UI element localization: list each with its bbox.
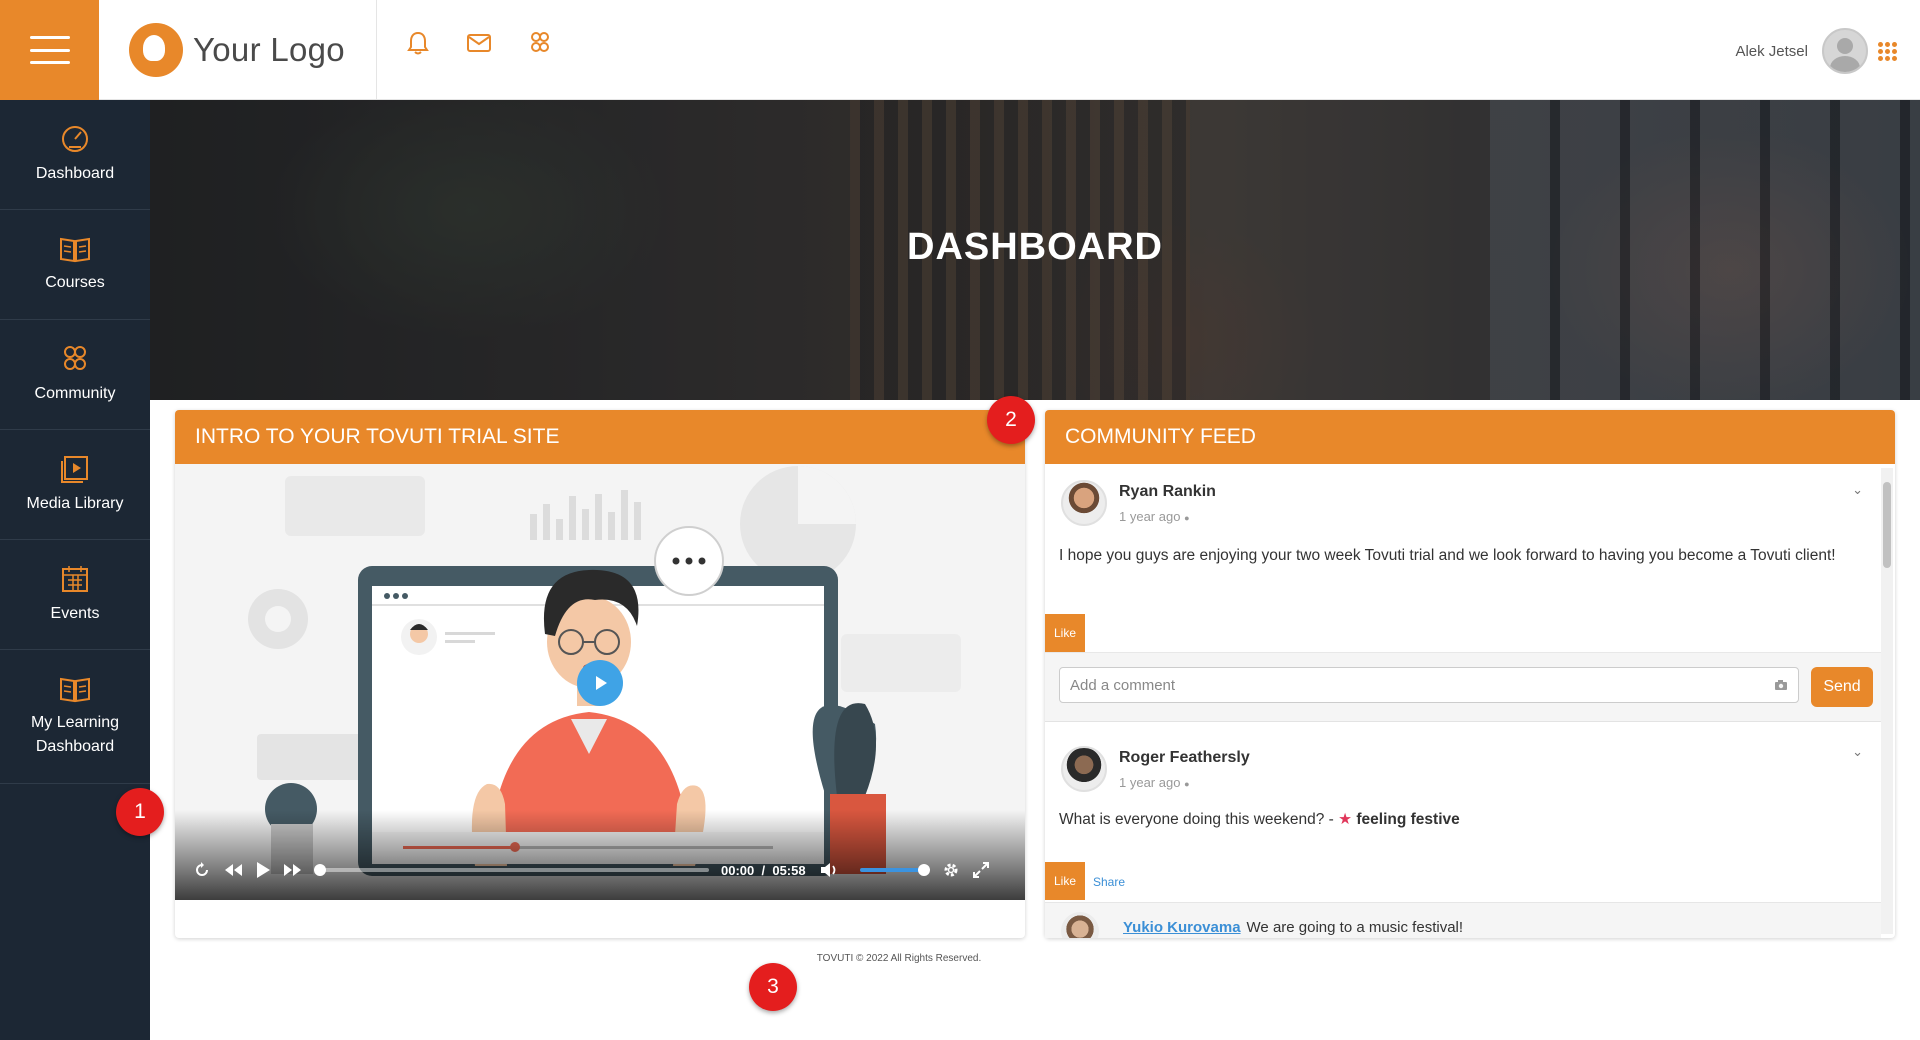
comment-box: Add a comment Send [1045,652,1881,722]
page-title: DASHBOARD [907,226,1163,268]
footer-text: TOVUTI © 2022 All Rights Reserved. [816,953,982,964]
feed-post: Ryan Rankin 1 year ago ● ⌄ I hope you gu… [1045,464,1881,726]
mail-icon[interactable] [466,30,492,56]
play-overlay-button[interactable] [577,660,623,706]
media-icon [61,455,88,483]
volume-handle[interactable] [917,864,930,876]
progress-handle[interactable] [314,864,326,876]
globe-icon: ● [1184,778,1190,789]
annotation-badge: 3 [749,963,797,1011]
sidebar-item-courses[interactable]: Courses [0,210,150,320]
top-bar: Your Logo Alek Jetsel [0,0,1920,100]
feed-post: Roger Feathersly 1 year ago ● ⌄ What is … [1045,726,1881,938]
play-icon[interactable] [255,861,271,879]
post-body: I hope you guys are enjoying your two we… [1059,547,1836,564]
feed-scrollbar[interactable] [1881,468,1893,934]
intro-panel-title: INTRO TO YOUR TOVUTI TRIAL SITE [175,410,1025,464]
calendar-icon [62,565,88,592]
sidebar-item-events[interactable]: Events [0,540,150,650]
fast-forward-icon[interactable] [283,862,303,878]
header-icon-group [405,30,553,56]
volume-icon[interactable] [820,862,840,878]
sidebar-item-my-learning-dashboard[interactable]: My Learning Dashboard [0,650,150,784]
post-author[interactable]: Roger Feathersly [1119,749,1250,767]
volume-slider[interactable] [859,864,930,876]
footer: TOVUTI © 2022 All Rights Reserved. [150,953,1920,964]
community-feed-title: COMMUNITY FEED [1045,410,1895,464]
settings-gear-icon[interactable] [942,861,960,879]
chevron-down-icon[interactable]: ⌄ [1852,744,1863,760]
book-icon [60,237,90,262]
video-time: 00:00 / 05:58 [721,862,806,878]
sidebar-item-dashboard[interactable]: Dashboard [0,100,150,210]
sidebar-item-label: Media Library [26,494,124,512]
sidebar-item-label: Courses [45,273,105,291]
hero-banner: DASHBOARD [150,100,1920,400]
avatar[interactable] [1061,480,1107,526]
camera-icon[interactable] [1774,679,1788,691]
comment-input[interactable]: Add a comment [1059,667,1799,703]
sidebar-item-community[interactable]: Community [0,320,150,430]
logo-text: Your Logo [193,31,345,68]
rewind-icon[interactable] [223,862,243,878]
intro-panel: INTRO TO YOUR TOVUTI TRIAL SITE 00:00 / … [175,410,1025,938]
sidebar-item-label: Dashboard [35,164,115,182]
logo[interactable]: Your Logo [99,0,377,100]
community-icon[interactable] [527,30,553,56]
menu-toggle-button[interactable] [0,0,99,100]
post-author[interactable]: Ryan Rankin [1119,483,1216,501]
video-player[interactable]: 00:00 / 05:58 [175,464,1025,900]
avatar[interactable] [1061,746,1107,792]
app-root: Your Logo Alek Jetsel Dashboard Courses … [0,0,1920,1040]
annotation-badge: 2 [987,396,1035,444]
feeling-label: feeling festive [1356,811,1460,828]
user-name: Alek Jetsel [1735,42,1808,60]
sidebar-item-label: Community [34,384,116,402]
share-link[interactable]: Share [1093,875,1125,889]
annotation-badge: 1 [116,788,164,836]
user-avatar[interactable] [1822,28,1868,74]
bell-icon[interactable] [405,30,431,56]
like-button[interactable]: Like [1045,614,1085,652]
party-popper-icon: ★ [1338,811,1353,828]
sidebar: Dashboard Courses Community Media Librar… [0,100,150,1040]
video-progress-bar[interactable] [314,864,709,876]
comment-placeholder: Add a comment [1070,676,1176,694]
book-icon [60,677,90,702]
sidebar-item-media-library[interactable]: Media Library [0,430,150,540]
scrollbar-thumb[interactable] [1883,482,1891,568]
reply-text: We are going to a music festival! [1246,919,1464,936]
fullscreen-icon[interactable] [972,861,990,879]
logo-icon [129,23,183,77]
avatar[interactable] [1061,911,1099,938]
post-timestamp: 1 year ago ● [1119,774,1190,790]
video-controls: 00:00 / 05:58 [175,840,1025,900]
reply-author[interactable]: Yukio Kurovama [1123,919,1241,936]
user-menu[interactable]: Alek Jetsel [1735,28,1898,74]
play-icon [596,676,607,690]
post-body: What is everyone doing this weekend? - ★… [1059,811,1460,828]
privacy-icon: ● [1184,512,1190,523]
like-button[interactable]: Like [1045,862,1085,900]
post-timestamp: 1 year ago ● [1119,508,1190,524]
community-feed-panel: COMMUNITY FEED Ryan Rankin 1 year ago ● … [1045,410,1895,938]
sidebar-item-label: My Learning Dashboard [30,713,120,755]
dashboard-icon [62,125,88,152]
reply-item: Yukio Kurovama We are going to a music f… [1045,902,1881,938]
sidebar-item-label: Events [50,604,100,622]
apps-grid-icon[interactable] [1878,38,1898,64]
feed-list: Ryan Rankin 1 year ago ● ⌄ I hope you gu… [1045,464,1895,938]
community-icon [64,345,86,370]
chevron-down-icon[interactable]: ⌄ [1852,482,1863,498]
replay-icon[interactable] [193,861,211,879]
send-button[interactable]: Send [1811,667,1873,707]
hamburger-icon [29,36,70,64]
